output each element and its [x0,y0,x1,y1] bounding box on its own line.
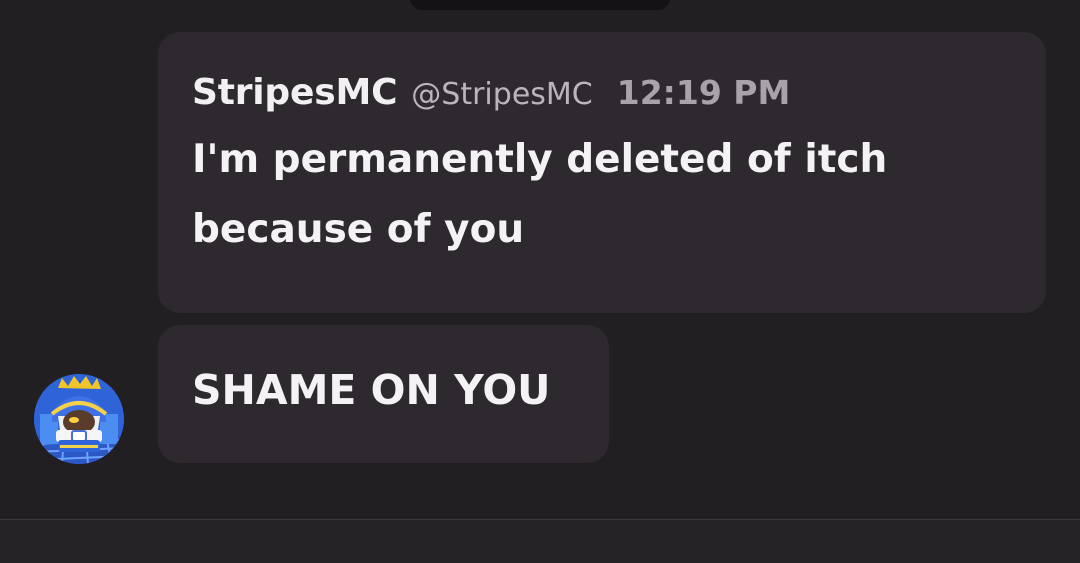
reply-message-text: SHAME ON YOU [192,366,551,414]
top-overlay-pill [410,0,670,10]
bottom-input-bar[interactable] [0,519,1080,563]
message-header: StripesMC @StripesMC 12:19 PM [192,72,1012,113]
quoted-message-bubble[interactable]: StripesMC @StripesMC 12:19 PM I'm perman… [158,32,1046,313]
display-name[interactable]: StripesMC [192,72,397,113]
timestamp: 12:19 PM [616,73,791,112]
username[interactable]: @StripesMC [411,77,592,112]
reply-message-bubble[interactable]: SHAME ON YOU [158,325,609,463]
message-text: I'm permanently deleted of itch because … [192,137,888,252]
chat-screen: StripesMC @StripesMC 12:19 PM I'm perman… [0,0,1080,563]
magolor-avatar-icon[interactable] [34,374,124,464]
